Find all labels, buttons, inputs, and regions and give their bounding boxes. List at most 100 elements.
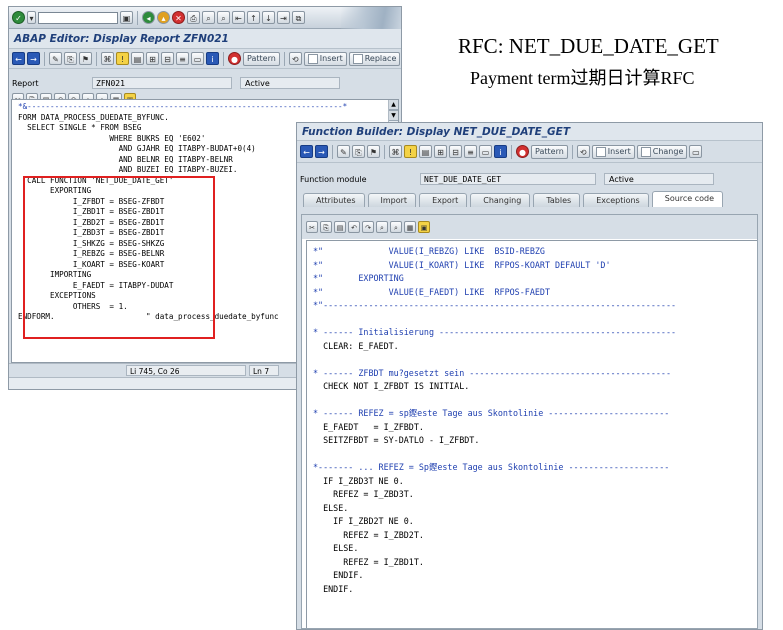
function-module-label: Function module (300, 174, 367, 184)
test-icon[interactable]: ! (404, 145, 417, 158)
tab-exceptions[interactable]: Exceptions (583, 193, 649, 207)
code-text: *" VALUE(I_REBZG) LIKE BSID-REBZG *" VALU… (307, 241, 757, 596)
back-icon[interactable]: ◂ (142, 11, 155, 24)
back-arrow-icon[interactable]: ← (12, 52, 25, 65)
command-field[interactable] (38, 11, 118, 24)
toolbar-separator (283, 51, 285, 66)
forward-arrow-icon[interactable]: → (315, 145, 328, 158)
where-used-icon[interactable]: ⌘ (101, 52, 114, 65)
code-line: SEITZFBDT = SY-DATLO - I_ZFBDT. (313, 435, 480, 445)
function-module-field[interactable]: NET_DUE_DATE_GET (420, 173, 596, 185)
tab-changing[interactable]: Changing (470, 193, 531, 207)
pattern-button[interactable]: Pattern (243, 51, 280, 66)
print-icon[interactable]: ⎙ (187, 11, 200, 24)
toolbar-separator (96, 51, 97, 66)
highlight-box (23, 176, 215, 339)
prev-page-icon[interactable]: ↑ (247, 11, 260, 24)
code-line: E_FAEDT = I_ZFBDT. (313, 421, 424, 432)
last-page-icon[interactable]: ⇥ (277, 11, 290, 24)
find-icon[interactable]: ⌕ (376, 221, 388, 233)
new-session-icon[interactable]: ⧉ (292, 11, 305, 24)
insert-icon (307, 53, 318, 64)
activate-icon[interactable]: ⚑ (79, 52, 92, 65)
toolbar-separator (571, 144, 573, 159)
change-icon (640, 146, 651, 157)
save-icon[interactable]: ▣ (120, 11, 133, 24)
info-icon[interactable]: i (494, 145, 507, 158)
tab-import[interactable]: Import (367, 193, 417, 207)
code-line: *&--------------------------------------… (18, 102, 348, 111)
redo-icon[interactable]: ↷ (362, 221, 374, 233)
insert-button[interactable]: Insert (591, 144, 635, 159)
more-icon[interactable]: ▭ (689, 145, 703, 158)
code-line: CHECK NOT I_ZFBDT IS INITIAL. (313, 381, 470, 391)
other-object-icon[interactable]: ⎘ (64, 52, 77, 65)
code-editor[interactable]: *" VALUE(I_REBZG) LIKE BSID-REBZG *" VALU… (306, 240, 757, 628)
clipboard-icon[interactable]: ▣ (418, 221, 430, 233)
object-list-icon[interactable]: ▤ (419, 145, 432, 158)
replace-button[interactable]: Replace (348, 51, 401, 66)
hierarchy-icon[interactable]: ⊞ (146, 52, 159, 65)
undo-icon[interactable]: ↶ (348, 221, 360, 233)
first-page-icon[interactable]: ⇤ (232, 11, 245, 24)
activate-icon[interactable]: ⚑ (367, 145, 380, 158)
toolbar-separator (137, 10, 138, 25)
pretty-printer-icon[interactable]: ⟲ (288, 52, 302, 65)
scroll-down-icon[interactable]: ▼ (389, 110, 398, 121)
display-change-icon[interactable]: ✎ (49, 52, 62, 65)
insert-label: Insert (319, 53, 343, 63)
function-builder-window: Function Builder: Display NET_DUE_DATE_G… (296, 122, 763, 630)
back-arrow-icon[interactable]: ← (300, 145, 313, 158)
enter-icon[interactable]: ✓ (12, 11, 25, 24)
forward-arrow-icon[interactable]: → (27, 52, 40, 65)
menu-icon[interactable]: ≡ (176, 52, 189, 65)
cut-icon[interactable]: ✂ (306, 221, 318, 233)
code-line: IF I_ZBD2T NE 0. (313, 516, 414, 526)
cancel-icon[interactable]: ✕ (172, 11, 185, 24)
tab-export[interactable]: Export (419, 193, 468, 207)
tab-attributes[interactable]: Attributes (303, 193, 365, 207)
object-list-icon[interactable]: ▤ (131, 52, 144, 65)
pattern-button[interactable]: Pattern (531, 144, 568, 159)
window-icon[interactable]: ▭ (191, 52, 204, 65)
hierarchy-icon[interactable]: ⊞ (434, 145, 447, 158)
info-icon[interactable]: i (206, 52, 219, 65)
insert-icon (595, 146, 606, 157)
code-line: *"--------------------------------------… (313, 300, 677, 310)
replace-icon (352, 53, 363, 64)
navigation-icon[interactable]: ⊟ (449, 145, 462, 158)
navigation-icon[interactable]: ⊟ (161, 52, 174, 65)
other-object-icon[interactable]: ⎘ (352, 145, 365, 158)
copy-icon[interactable]: ⎘ (320, 221, 332, 233)
menu-icon[interactable]: ≡ (464, 145, 477, 158)
slide-title: RFC: NET_DUE_DATE_GET (458, 34, 719, 58)
where-used-icon[interactable]: ⌘ (389, 145, 402, 158)
display-change-icon[interactable]: ✎ (337, 145, 350, 158)
code-line: *" EXPORTING (313, 273, 404, 283)
paste-icon[interactable]: ▤ (334, 221, 346, 233)
replace-label: Replace (364, 53, 397, 63)
insert-button[interactable]: Insert (303, 51, 347, 66)
change-button[interactable]: Change (636, 144, 688, 159)
exit-icon[interactable]: ▴ (157, 11, 170, 24)
toolbar-separator (44, 51, 45, 66)
find-next-icon[interactable]: ⌕ (390, 221, 402, 233)
tab-tables[interactable]: Tables (533, 193, 581, 207)
pattern-stop-icon: ● (516, 145, 529, 158)
scroll-up-icon[interactable]: ▲ (389, 100, 398, 110)
window-icon[interactable]: ▭ (479, 145, 492, 158)
pretty-printer-icon[interactable]: ⟲ (576, 145, 590, 158)
tab-source-code[interactable]: Source code (651, 191, 724, 207)
code-line: REFEZ = I_ZBD1T. (313, 556, 424, 567)
report-field[interactable]: ZFN021 (92, 77, 232, 89)
find-icon[interactable]: ⌕ (202, 11, 215, 24)
slide-subtitle: Payment term过期日计算RFC (470, 68, 695, 88)
test-icon[interactable]: ! (116, 52, 129, 65)
find-next-icon[interactable]: ⌕ (217, 11, 230, 24)
dropdown-arrow-icon[interactable]: ▾ (27, 11, 36, 24)
block-icon[interactable]: ▦ (404, 221, 416, 233)
code-line: ENDIF. (313, 583, 354, 594)
code-line: *" VALUE(E_FAEDT) LIKE RFPOS-FAEDT (313, 286, 550, 297)
next-page-icon[interactable]: ↓ (262, 11, 275, 24)
